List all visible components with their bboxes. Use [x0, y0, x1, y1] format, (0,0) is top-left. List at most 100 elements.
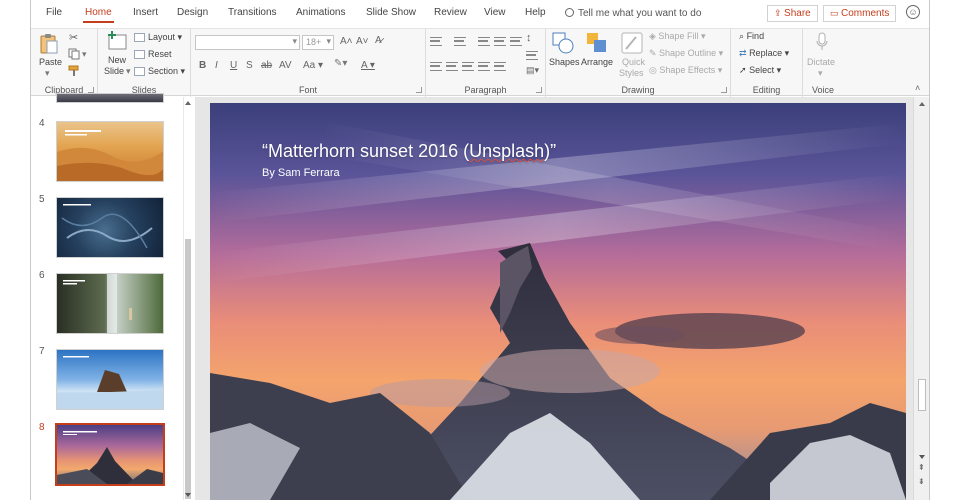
reset-button[interactable]: Reset: [148, 49, 172, 59]
paragraph-launcher-icon[interactable]: [536, 87, 542, 93]
tab-transitions[interactable]: Transitions: [228, 7, 277, 18]
section-button[interactable]: Section ▾: [148, 66, 185, 77]
tab-design[interactable]: Design: [177, 7, 208, 18]
scroll-down-arrow-icon[interactable]: [919, 455, 925, 459]
format-painter-icon[interactable]: [68, 65, 80, 77]
replace-label: Replace: [749, 48, 783, 58]
increase-font-icon[interactable]: A˄: [340, 36, 353, 47]
align-right-icon[interactable]: [462, 62, 474, 71]
change-case-icon[interactable]: Aa ▾: [303, 60, 323, 71]
shape-fill-button[interactable]: ◈ Shape Fill ▾: [649, 31, 705, 42]
desert-dunes-image: [57, 130, 163, 181]
dictate-dropdown-icon[interactable]: ▾: [818, 68, 823, 79]
columns-icon[interactable]: [494, 62, 506, 71]
scroll-down-arrow-icon[interactable]: [185, 493, 191, 497]
slide-title[interactable]: “Matterhorn sunset 2016 (Unsplash)”: [262, 141, 556, 162]
share-button[interactable]: ⇪ Share: [767, 5, 818, 22]
find-button[interactable]: ⌕ Find: [739, 31, 764, 42]
thumbnail-scrollbar[interactable]: [183, 97, 192, 500]
tab-review[interactable]: Review: [434, 7, 467, 18]
microphone-icon[interactable]: [815, 32, 829, 52]
new-slide-icon[interactable]: [106, 31, 128, 51]
font-launcher-icon[interactable]: [416, 87, 422, 93]
next-slide-icon[interactable]: ⇟: [918, 477, 925, 486]
voice-group-label: Voice: [811, 85, 835, 95]
paste-dropdown-icon[interactable]: ▾: [45, 68, 50, 79]
cut-icon[interactable]: ✂: [69, 31, 78, 44]
arrange-label: Arrange: [581, 57, 614, 67]
smartart-icon[interactable]: ▤▾: [526, 65, 539, 76]
slide-thumbnail-5[interactable]: [56, 197, 164, 258]
copy-dropdown-icon[interactable]: ▾: [82, 49, 87, 60]
layout-button[interactable]: Layout ▾: [148, 32, 182, 43]
align-text-icon[interactable]: [526, 51, 538, 60]
text-direction-icon[interactable]: ↕: [526, 32, 532, 44]
font-size-combo[interactable]: 18+ ▾: [302, 35, 334, 50]
comments-label: Comments: [841, 8, 890, 19]
font-size-value: 18+: [306, 37, 322, 47]
slide-thumbnail-7[interactable]: [56, 349, 164, 410]
quick-styles-icon[interactable]: [621, 32, 643, 54]
justify-icon[interactable]: [478, 62, 490, 71]
clear-formatting-icon[interactable]: A̷: [375, 35, 382, 46]
select-label: Select: [749, 65, 775, 75]
current-slide[interactable]: “Matterhorn sunset 2016 (Unsplash)” By S…: [210, 103, 906, 500]
slide-thumbnail-4[interactable]: [56, 121, 164, 182]
comments-button[interactable]: ▭ Comments: [823, 5, 897, 22]
drawing-launcher-icon[interactable]: [721, 87, 727, 93]
shape-fill-label: Shape Fill: [658, 31, 699, 41]
slide-scrollbar[interactable]: ⇞ ⇟: [913, 97, 929, 500]
highlight-icon[interactable]: ✎▾: [334, 58, 347, 69]
shadow-icon[interactable]: S: [246, 60, 253, 71]
line-spacing-icon[interactable]: [510, 37, 522, 46]
arrange-icon[interactable]: [586, 32, 608, 54]
align-center-icon[interactable]: [446, 62, 458, 71]
strikethrough-icon[interactable]: ab: [261, 60, 272, 71]
tab-home[interactable]: Home: [83, 7, 114, 23]
ribbon: Paste ▾ ✂ ▾ Clipboard New Slide ▾ Layout…: [31, 28, 929, 97]
numbering-icon[interactable]: [454, 37, 466, 46]
tab-view[interactable]: View: [484, 7, 506, 18]
tab-animations[interactable]: Animations: [296, 7, 345, 18]
layout-icon: [134, 33, 145, 42]
replace-button[interactable]: ⇄ Replace ▾: [739, 48, 789, 59]
editing-group-label: Editing: [752, 85, 781, 95]
scroll-up-arrow-icon[interactable]: [919, 102, 925, 106]
decrease-indent-icon[interactable]: [478, 37, 490, 46]
character-spacing-icon[interactable]: AV: [279, 60, 292, 71]
tab-file[interactable]: File: [46, 7, 62, 18]
decrease-font-icon[interactable]: A˅: [356, 36, 369, 47]
tab-insert[interactable]: Insert: [133, 7, 158, 18]
bold-icon[interactable]: B: [199, 60, 206, 71]
font-name-combo[interactable]: ▾: [195, 35, 300, 50]
slide-thumbnail-8[interactable]: [55, 423, 165, 486]
collapse-ribbon-icon[interactable]: ˄: [915, 83, 920, 93]
copy-icon[interactable]: [68, 48, 80, 60]
shape-outline-label: Shape Outline: [659, 48, 717, 58]
underline-icon[interactable]: U: [230, 60, 237, 71]
tab-slide-show[interactable]: Slide Show: [366, 7, 416, 18]
slide-scroll-thumb[interactable]: [918, 379, 926, 411]
increase-indent-icon[interactable]: [494, 37, 506, 46]
select-button[interactable]: ➚ Select ▾: [739, 65, 781, 76]
feedback-smiley-icon[interactable]: ☺: [906, 5, 920, 19]
align-left-icon[interactable]: [430, 62, 442, 71]
previous-slide-icon[interactable]: ⇞: [918, 463, 925, 472]
scroll-up-arrow-icon[interactable]: [185, 101, 191, 105]
thumbnail-scroll-thumb[interactable]: [185, 239, 191, 499]
tell-me-box[interactable]: Tell me what you want to do: [565, 7, 701, 19]
slide-thumbnail-partial[interactable]: [56, 93, 164, 103]
bullets-icon[interactable]: [430, 37, 442, 46]
shape-effects-button[interactable]: ◎ Shape Effects ▾: [649, 65, 722, 76]
font-color-icon[interactable]: A ▾: [361, 60, 375, 71]
slide-subtitle[interactable]: By Sam Ferrara: [262, 167, 340, 179]
tab-help[interactable]: Help: [525, 7, 546, 18]
italic-icon[interactable]: I: [215, 60, 218, 71]
aerial-river-image: [61, 204, 153, 249]
shapes-icon[interactable]: [552, 32, 574, 54]
paste-icon[interactable]: [39, 33, 59, 55]
new-slide-dropdown-icon[interactable]: ▾: [126, 66, 131, 77]
shape-outline-button[interactable]: ✎ Shape Outline ▾: [649, 48, 723, 59]
waterfall-image: [63, 274, 132, 333]
slide-thumbnail-6[interactable]: [56, 273, 164, 334]
